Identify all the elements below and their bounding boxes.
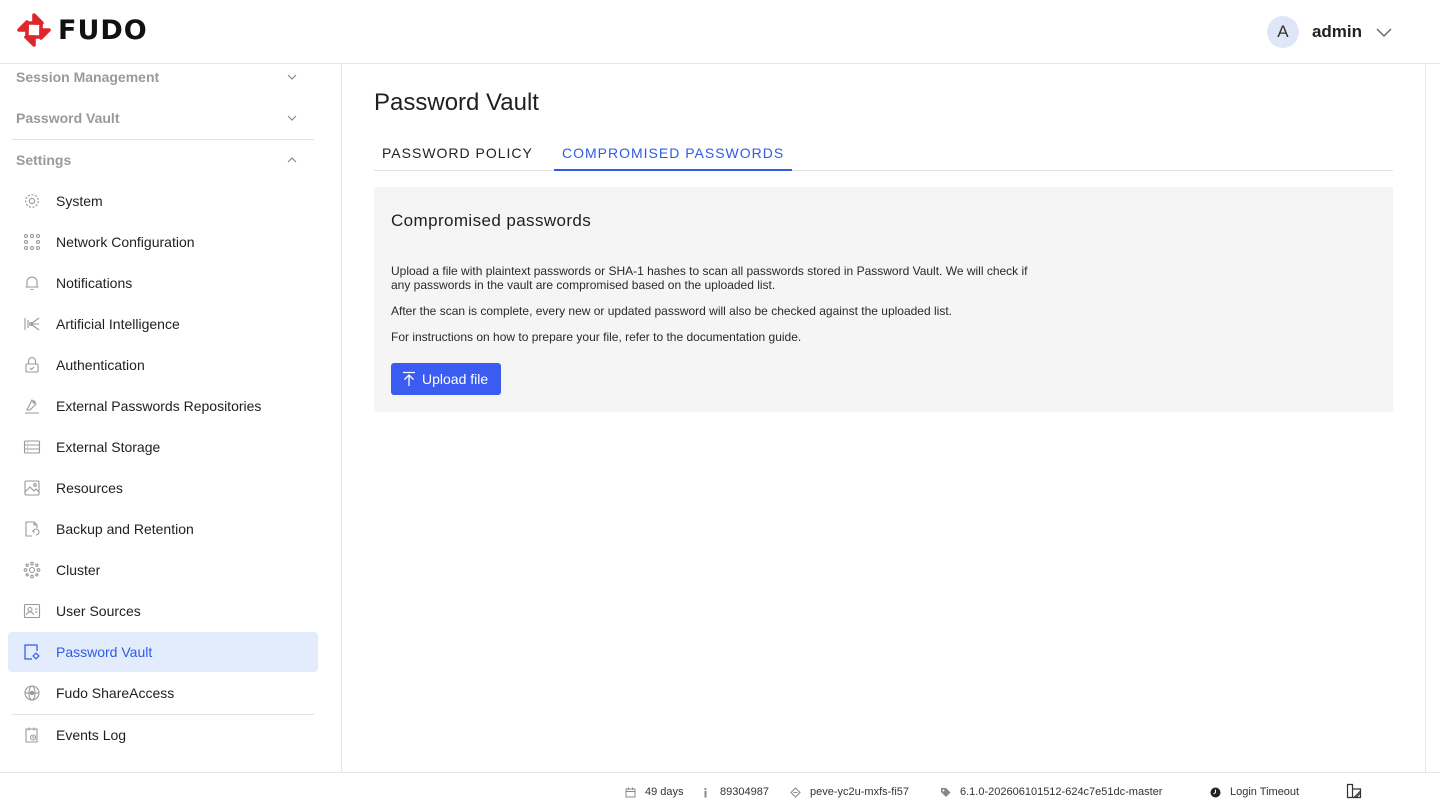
panel-description: For instructions on how to prepare your … bbox=[391, 330, 802, 344]
sidebar: Session Management Password Vault Settin… bbox=[0, 64, 342, 772]
version-text: 6.1.0-202606101512-624c7e51dc-master bbox=[960, 786, 1163, 798]
sidebar-section-password-vault[interactable]: Password Vault bbox=[16, 105, 298, 131]
clock-icon bbox=[1210, 787, 1221, 797]
sidebar-item-user-sources[interactable]: User Sources bbox=[8, 591, 318, 631]
resources-icon bbox=[24, 480, 40, 496]
tag-icon bbox=[941, 787, 951, 797]
page-title: Password Vault bbox=[374, 89, 539, 116]
sidebar-item-label: User Sources bbox=[56, 603, 141, 619]
sidebar-item-backup-and-retention[interactable]: Backup and Retention bbox=[8, 509, 318, 549]
sidebar-item-label: Resources bbox=[56, 480, 123, 496]
sidebar-item-label: Fudo ShareAccess bbox=[56, 685, 175, 701]
version-indicator: 6.1.0-202606101512-624c7e51dc-master bbox=[940, 786, 1162, 798]
host-icon bbox=[790, 786, 801, 798]
storage-icon bbox=[23, 440, 41, 454]
sidebar-item-password-vault[interactable]: Password Vault bbox=[8, 632, 318, 672]
sidebar-divider bbox=[12, 139, 314, 140]
panel-description: Upload a file with plaintext passwords o… bbox=[391, 264, 1028, 292]
sidebar-section-label: Settings bbox=[16, 152, 72, 168]
serial-text: 89304987 bbox=[720, 786, 769, 798]
compromised-passwords-panel: Compromised passwords Upload a file with… bbox=[374, 187, 1393, 412]
sidebar-item-fudo-shareaccess[interactable]: Fudo ShareAccess bbox=[8, 673, 318, 713]
fudo-logo-icon bbox=[17, 13, 51, 47]
avatar[interactable]: A bbox=[1266, 16, 1299, 48]
panel-title: Compromised passwords bbox=[391, 211, 592, 230]
sidebar-section-label: Session Management bbox=[16, 69, 160, 85]
sidebar-item-label: External Passwords Repositories bbox=[56, 398, 262, 414]
backup-icon bbox=[25, 521, 40, 537]
password-vault-icon bbox=[24, 644, 40, 660]
username[interactable]: admin bbox=[1312, 22, 1362, 42]
upload-file-button[interactable]: Upload file bbox=[391, 363, 501, 395]
sidebar-item-label: Notifications bbox=[56, 275, 133, 291]
main-content: Password Vault PASSWORD POLICY COMPROMIS… bbox=[342, 64, 1426, 772]
uptime-text: 49 days bbox=[645, 786, 684, 798]
tab-password-policy[interactable]: PASSWORD POLICY bbox=[374, 136, 541, 171]
status-footer: 49 days 89304987 peve-yc2u-mxfs-fi57 6.1… bbox=[0, 772, 1440, 812]
sidebar-item-network-configuration[interactable]: Network Configuration bbox=[8, 222, 318, 262]
gear-icon bbox=[25, 194, 39, 208]
sidebar-item-label: Artificial Intelligence bbox=[56, 316, 180, 332]
chevron-down-icon[interactable] bbox=[1374, 22, 1394, 42]
chevron-down-icon bbox=[287, 74, 297, 80]
lock-icon bbox=[25, 356, 39, 373]
panel-description: After the scan is complete, every new or… bbox=[391, 304, 952, 318]
sidebar-item-label: Authentication bbox=[56, 357, 145, 373]
sidebar-item-label: System bbox=[56, 193, 103, 209]
upload-file-label: Upload file bbox=[422, 371, 489, 387]
ai-icon bbox=[24, 317, 40, 331]
sidebar-item-label: External Storage bbox=[56, 439, 161, 455]
chevron-down-icon bbox=[287, 115, 297, 121]
sidebar-item-cluster[interactable]: Cluster bbox=[8, 550, 318, 590]
sidebar-item-artificial-intelligence[interactable]: Artificial Intelligence bbox=[8, 304, 318, 344]
fudo-logo[interactable]: FUDO bbox=[16, 12, 148, 48]
hostname-indicator: peve-yc2u-mxfs-fi57 bbox=[790, 786, 909, 798]
sidebar-item-events-log[interactable]: Events Log bbox=[8, 715, 318, 755]
hostname-text: peve-yc2u-mxfs-fi57 bbox=[810, 786, 910, 798]
sidebar-item-notifications[interactable]: Notifications bbox=[8, 263, 318, 303]
sidebar-item-resources[interactable]: Resources bbox=[8, 468, 318, 508]
sidebar-item-label: Cluster bbox=[56, 562, 101, 578]
logo-text: FUDO bbox=[58, 14, 148, 46]
share-access-icon bbox=[24, 685, 40, 701]
sidebar-item-label: Password Vault bbox=[56, 644, 153, 660]
sidebar-item-external-passwords-repositories[interactable]: External Passwords Repositories bbox=[8, 386, 318, 426]
layout-icon bbox=[1346, 783, 1362, 799]
sidebar-item-label: Events Log bbox=[56, 727, 127, 743]
sidebar-item-external-storage[interactable]: External Storage bbox=[8, 427, 318, 467]
top-bar: FUDO A admin bbox=[0, 0, 1440, 64]
chevron-up-icon bbox=[287, 157, 297, 163]
scrollbar[interactable] bbox=[1425, 64, 1440, 772]
uptime-indicator: 49 days bbox=[625, 786, 684, 798]
events-log-icon bbox=[25, 727, 38, 743]
tab-bar: PASSWORD POLICY COMPROMISED PASSWORDS bbox=[374, 136, 1393, 171]
serial-indicator: 89304987 bbox=[700, 786, 769, 798]
user-menu[interactable]: A admin bbox=[1266, 16, 1394, 48]
theme-toggle-button[interactable] bbox=[1346, 783, 1362, 799]
sidebar-item-label: Network Configuration bbox=[56, 234, 195, 250]
sidebar-item-system[interactable]: System bbox=[8, 181, 318, 221]
upload-icon bbox=[403, 371, 415, 386]
sidebar-section-label: Password Vault bbox=[16, 110, 120, 126]
info-icon bbox=[704, 787, 707, 797]
user-sources-icon bbox=[23, 603, 41, 619]
cluster-icon bbox=[23, 561, 41, 579]
bell-icon bbox=[25, 276, 39, 291]
sidebar-item-label: Backup and Retention bbox=[56, 521, 194, 537]
login-timeout-text: Login Timeout bbox=[1230, 786, 1300, 798]
sidebar-section-settings[interactable]: Settings bbox=[16, 147, 298, 173]
sidebar-item-authentication[interactable]: Authentication bbox=[8, 345, 318, 385]
tab-compromised-passwords[interactable]: COMPROMISED PASSWORDS bbox=[554, 136, 793, 171]
login-timeout[interactable]: Login Timeout bbox=[1210, 786, 1299, 798]
sidebar-section-session-management[interactable]: Session Management bbox=[16, 64, 298, 90]
repository-icon bbox=[25, 399, 39, 414]
calendar-icon bbox=[625, 787, 636, 797]
network-icon bbox=[23, 233, 41, 251]
